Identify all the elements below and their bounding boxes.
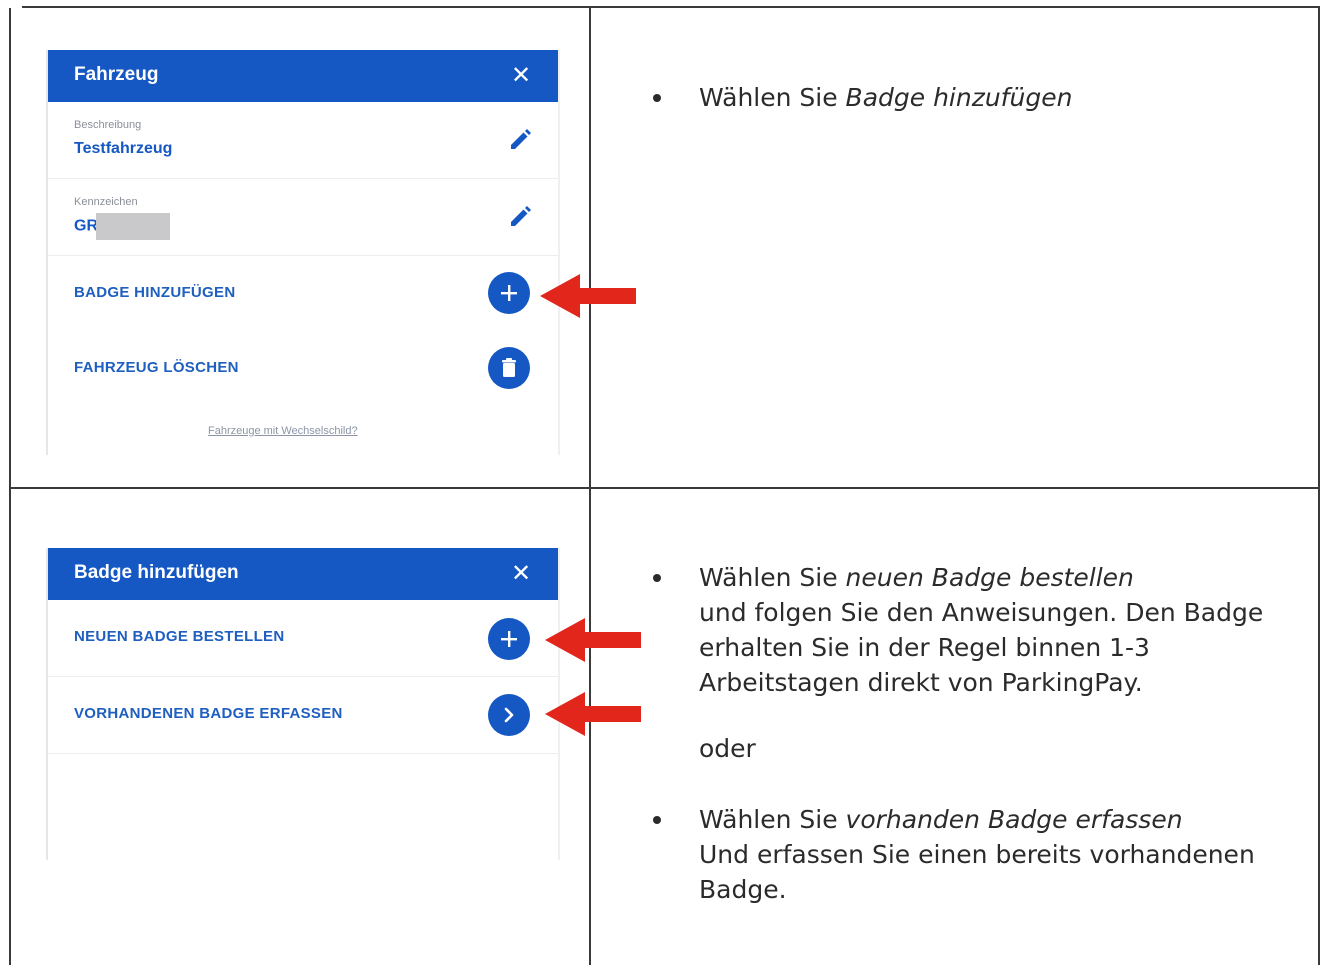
instruction-1-emphasis: Badge hinzufügen [845,83,1073,112]
delete-vehicle-button[interactable] [488,347,530,389]
instruction-3-prefix: Wählen Sie [699,805,846,834]
redacted-block [96,213,170,240]
trash-icon [502,358,516,377]
separator-text: oder [699,734,756,763]
add-badge-panel-title: Badge hinzufügen [74,562,239,583]
bullet [653,816,661,824]
register-existing-badge-row[interactable]: VORHANDENEN BADGE ERFASSEN [48,677,558,754]
bullet [653,94,661,102]
vehicle-panel-header: Fahrzeug ✕ [48,50,558,102]
order-new-badge-label[interactable]: NEUEN BADGE BESTELLEN [74,628,284,645]
description-value: Testfahrzeug [74,140,173,157]
instruction-2-line-4: Arbeitstagen direkt von ParkingPay. [699,668,1143,697]
table-row-divider [9,487,1320,489]
swap-plate-vehicles-link[interactable]: Fahrzeuge mit Wechselschild? [208,425,358,437]
bullet [653,574,661,582]
delete-vehicle-label[interactable]: FAHRZEUG LÖSCHEN [74,359,239,376]
add-badge-button[interactable] [488,272,530,314]
instruction-2-line-3: erhalten Sie in der Regel binnen 1-3 [699,633,1150,662]
instruction-1-prefix: Wählen Sie [699,83,846,112]
vehicle-panel: Fahrzeug ✕ Beschreibung Testfahrzeug Ken… [46,50,560,455]
instruction-2-emphasis: neuen Badge bestellen [845,563,1134,592]
instruction-2-line-2: und folgen Sie den Anweisungen. Den Badg… [699,598,1264,627]
description-field-row: Beschreibung Testfahrzeug [48,102,558,179]
vehicle-panel-title: Fahrzeug [74,64,159,85]
add-badge-label[interactable]: BADGE HINZUFÜGEN [74,284,235,301]
delete-vehicle-row[interactable]: FAHRZEUG LÖSCHEN [48,332,558,408]
instruction-3-emphasis: vorhanden Badge erfassen [845,805,1183,834]
instruction-2-prefix: Wählen Sie [699,563,846,592]
add-badge-row[interactable]: BADGE HINZUFÜGEN [48,256,558,332]
add-badge-panel: Badge hinzufügen ✕ NEUEN BADGE BESTELLEN… [46,548,560,860]
instruction-2-text: Wählen Sie neuen Badge bestellen und fol… [699,560,1299,700]
register-existing-badge-button[interactable] [488,694,530,736]
instruction-3-line-3: Badge. [699,875,787,904]
close-icon[interactable]: ✕ [508,60,534,90]
instruction-3-text: Wählen Sie vorhanden Badge erfassen Und … [699,802,1299,907]
pencil-icon[interactable] [508,205,532,229]
description-label: Beschreibung [74,119,142,131]
instruction-1-text: Wählen Sie Badge hinzufügen [699,80,1072,115]
table-border-top [22,6,1320,8]
add-badge-panel-header: Badge hinzufügen ✕ [48,548,558,600]
arrow-icon [540,274,636,318]
pencil-icon[interactable] [508,128,532,152]
order-new-badge-button[interactable] [488,618,530,660]
plus-icon [501,631,517,647]
instruction-2-line-1: Wählen Sie neuen Badge bestellen [699,560,1299,595]
license-plate-value: GR [74,213,170,240]
plus-icon [501,285,517,301]
license-plate-field-row: Kennzeichen GR [48,179,558,256]
instruction-3-line-1: Wählen Sie vorhanden Badge erfassen [699,802,1299,837]
license-plate-label: Kennzeichen [74,196,138,208]
license-plate-text: GR [74,217,98,235]
register-existing-badge-label[interactable]: VORHANDENEN BADGE ERFASSEN [74,705,343,722]
instruction-3-line-2: Und erfassen Sie einen bereits vorhanden… [699,840,1255,869]
order-new-badge-row[interactable]: NEUEN BADGE BESTELLEN [48,600,558,677]
arrow-icon [545,618,641,662]
close-icon[interactable]: ✕ [508,558,534,588]
chevron-right-icon [504,707,514,723]
arrow-icon [545,692,641,736]
